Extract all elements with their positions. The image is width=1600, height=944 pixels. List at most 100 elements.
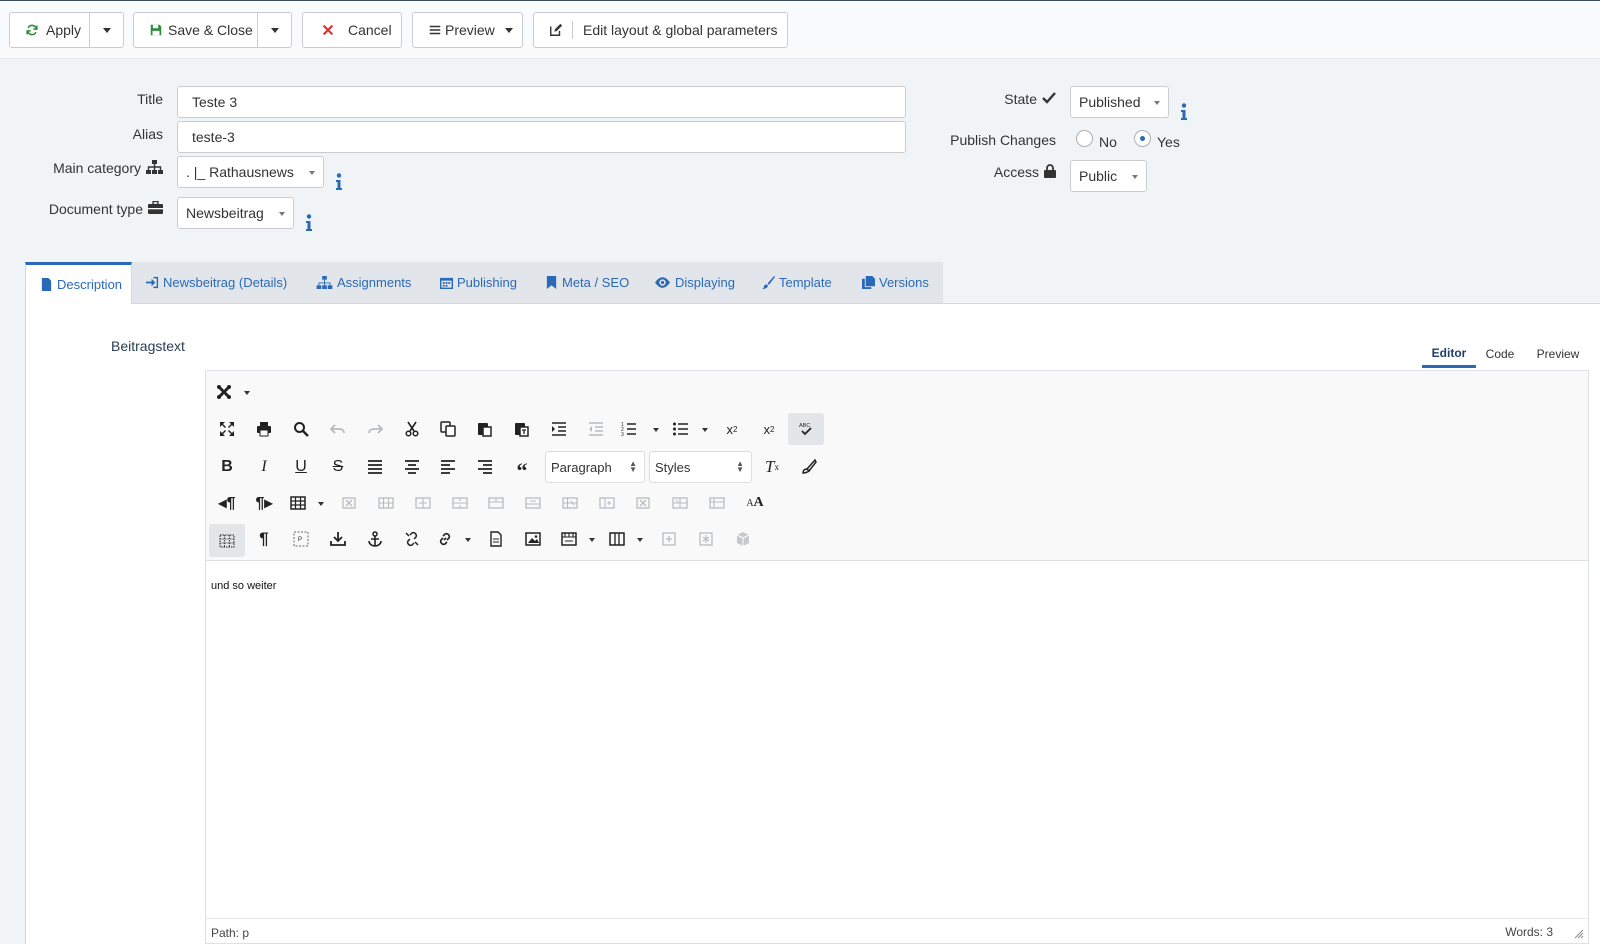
table-split-cells-icon[interactable]	[445, 488, 475, 518]
eraser-icon[interactable]	[794, 452, 824, 482]
table-cell-props-icon[interactable]	[371, 488, 401, 518]
ltr-icon[interactable]: ¶▸	[249, 488, 279, 518]
state-select[interactable]: Published	[1070, 86, 1169, 118]
outdent-icon[interactable]	[581, 414, 611, 444]
insert-icon[interactable]	[323, 524, 353, 554]
table-insert-row-after-icon[interactable]	[518, 488, 548, 518]
access-select[interactable]: Public	[1070, 160, 1147, 192]
main-category-select[interactable]: . |_ Rathausnews	[177, 156, 324, 188]
alias-input[interactable]	[177, 121, 906, 153]
table-insert-col-after-icon[interactable]	[628, 488, 658, 518]
editor-statusbar: Path: p Words: 3	[206, 918, 1588, 943]
table-delete-col-icon[interactable]	[665, 488, 695, 518]
editor-mode-code[interactable]: Code	[1480, 340, 1520, 368]
numbered-list-icon[interactable]: 123	[614, 414, 644, 444]
publish-yes-radio[interactable]	[1134, 130, 1151, 147]
tab-displaying[interactable]: Displaying	[654, 262, 735, 303]
caret-down-icon[interactable]	[465, 538, 471, 542]
editor-content-text[interactable]: und so weiter	[211, 580, 276, 592]
tab-template[interactable]: Template	[762, 262, 832, 303]
font-size-icon[interactable]: AA	[740, 488, 770, 518]
media-icon[interactable]	[554, 524, 584, 554]
styles-select[interactable]: Styles ▲ ▼	[649, 451, 752, 483]
anchor-icon[interactable]	[360, 524, 390, 554]
info-icon[interactable]	[1180, 103, 1188, 121]
undo-icon[interactable]	[323, 414, 353, 444]
italic-icon[interactable]: I	[249, 452, 279, 482]
edit-layout-button[interactable]: Edit layout & global parameters	[533, 12, 788, 48]
editor-mode-editor[interactable]: Editor	[1422, 340, 1476, 368]
tab-publishing[interactable]: Publishing	[440, 262, 517, 303]
clear-formatting-icon[interactable]: Tx	[757, 452, 787, 482]
resize-handle-icon[interactable]	[1574, 928, 1584, 942]
caret-down-icon[interactable]	[589, 538, 595, 542]
redo-icon[interactable]	[360, 414, 390, 444]
apply-button[interactable]: Apply	[9, 12, 90, 48]
subscript-icon[interactable]: x2	[717, 414, 747, 444]
align-justify-icon[interactable]	[360, 452, 390, 482]
table-delete-icon[interactable]	[334, 488, 364, 518]
table-merge-cells-icon[interactable]	[408, 488, 438, 518]
save-dropdown-toggle[interactable]	[257, 12, 292, 48]
strikethrough-icon[interactable]: S	[323, 452, 353, 482]
visual-aid-icon[interactable]	[209, 524, 245, 557]
caret-down-icon[interactable]	[702, 428, 708, 432]
bullet-list-icon[interactable]	[666, 414, 696, 444]
cancel-button[interactable]: Cancel	[302, 12, 402, 48]
align-center-icon[interactable]	[397, 452, 427, 482]
tab-newsbeitrag-details[interactable]: Newsbeitrag (Details)	[146, 262, 287, 303]
copy-icon[interactable]	[433, 414, 463, 444]
cut-icon[interactable]	[397, 414, 427, 444]
joomla-icon[interactable]	[209, 377, 239, 407]
caret-down-icon[interactable]	[318, 502, 324, 506]
caret-down-icon[interactable]	[244, 391, 250, 395]
table-insert-row-before-icon[interactable]	[481, 488, 511, 518]
insert-special-icon[interactable]	[691, 524, 721, 554]
editor-mode-preview[interactable]: Preview	[1530, 340, 1586, 368]
fullscreen-icon[interactable]	[212, 414, 242, 444]
save-close-button[interactable]: Save & Close	[133, 12, 258, 48]
table-row-props-icon[interactable]	[702, 488, 732, 518]
align-right-icon[interactable]	[470, 452, 500, 482]
tab-assignments[interactable]: Assignments	[316, 262, 411, 303]
spellcheck-icon[interactable]: ABC	[788, 413, 824, 445]
bold-icon[interactable]: B	[212, 452, 242, 482]
tab-description[interactable]: Description	[25, 262, 132, 304]
caret-down-icon[interactable]	[653, 428, 659, 432]
columns-icon[interactable]	[602, 524, 632, 554]
title-input[interactable]	[177, 86, 906, 118]
document-type-select[interactable]: Newsbeitrag	[177, 197, 294, 229]
blockquote-icon[interactable]: “	[507, 452, 537, 483]
rtl-icon[interactable]: ◂¶	[212, 488, 242, 518]
indent-icon[interactable]	[544, 414, 574, 444]
image-icon[interactable]	[518, 524, 548, 554]
link-icon[interactable]	[430, 524, 460, 554]
table-insert-col-before-icon[interactable]	[592, 488, 622, 518]
superscript-icon[interactable]: x2	[754, 414, 784, 444]
align-left-icon[interactable]	[433, 452, 463, 482]
table-delete-row-icon[interactable]	[555, 488, 585, 518]
underline-icon[interactable]: U	[286, 452, 316, 482]
table-icon[interactable]	[283, 488, 313, 518]
block-format-select[interactable]: Paragraph ▲ ▼	[545, 451, 645, 483]
preview-button[interactable]: Preview	[412, 12, 523, 48]
show-blocks-icon[interactable]: P	[286, 524, 316, 554]
unlink-icon[interactable]	[397, 524, 427, 554]
svg-text:3: 3	[621, 432, 624, 437]
insert-field-icon[interactable]	[654, 524, 684, 554]
apply-dropdown-toggle[interactable]	[89, 12, 124, 48]
cube-icon[interactable]	[728, 524, 758, 554]
pilcrow-icon[interactable]: ¶	[249, 524, 279, 554]
print-icon[interactable]	[249, 414, 279, 444]
publish-no-radio[interactable]	[1076, 130, 1093, 147]
element-path[interactable]: Path: p	[211, 926, 249, 940]
paste-text-icon[interactable]	[507, 414, 537, 444]
tab-meta-seo[interactable]: Meta / SEO	[545, 262, 629, 303]
search-icon[interactable]	[286, 414, 316, 444]
paste-icon[interactable]	[470, 414, 500, 444]
info-icon[interactable]	[335, 173, 343, 191]
info-icon[interactable]	[305, 214, 313, 232]
caret-down-icon[interactable]	[637, 538, 643, 542]
document-icon[interactable]	[481, 524, 511, 554]
tab-versions[interactable]: Versions	[862, 262, 929, 303]
